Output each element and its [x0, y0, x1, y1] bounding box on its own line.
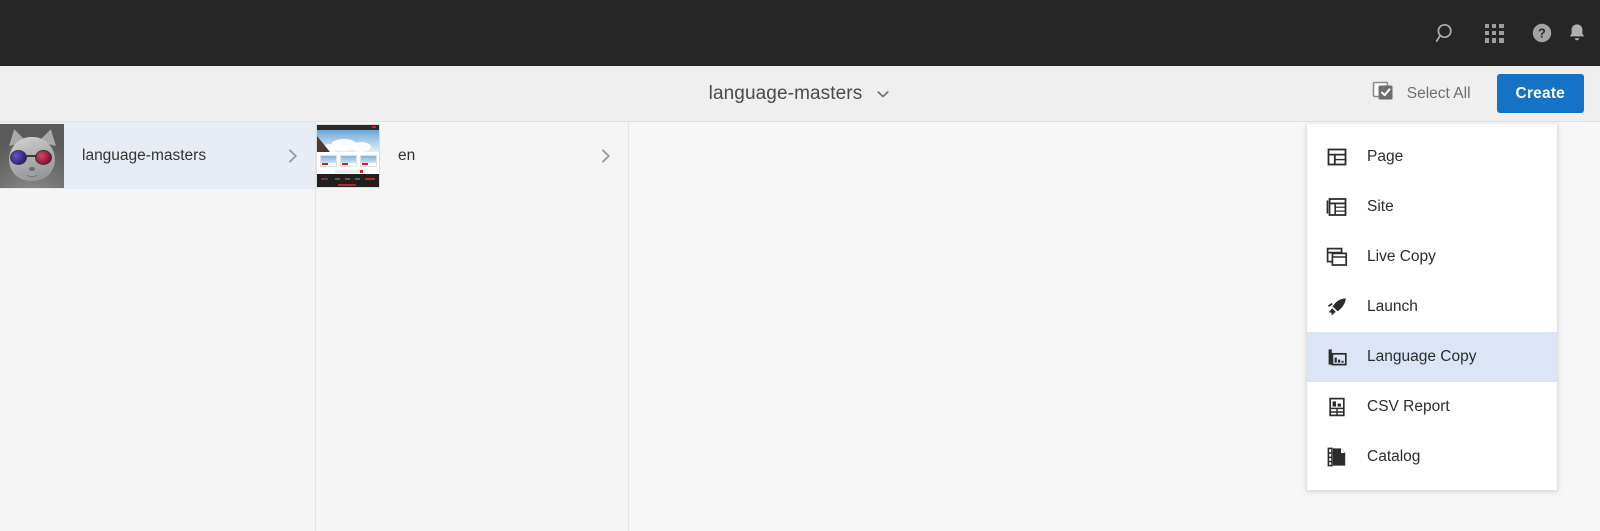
menu-item-launch[interactable]: Launch: [1307, 282, 1557, 332]
menu-item-page[interactable]: Page: [1307, 132, 1557, 182]
create-button[interactable]: Create: [1496, 74, 1584, 113]
grid-dots: [1484, 23, 1504, 43]
help-icon[interactable]: ?: [1518, 0, 1566, 66]
list-item-label: en: [398, 146, 416, 164]
menu-item-label: Live Copy: [1367, 248, 1436, 265]
menu-item-catalog[interactable]: Catalog: [1307, 432, 1557, 482]
menu-item-label: Launch: [1367, 298, 1418, 315]
list-item-label: language-masters: [82, 146, 207, 164]
chevron-down-icon[interactable]: [875, 86, 891, 102]
site-icon: [1326, 196, 1348, 218]
svg-text:?: ?: [1538, 27, 1546, 41]
page-icon: [1326, 146, 1348, 168]
column-language-masters: en: [316, 122, 629, 531]
menu-item-site[interactable]: Site: [1307, 182, 1557, 232]
csv-report-icon: [1326, 396, 1348, 418]
menu-item-language-copy[interactable]: Language Copy: [1307, 332, 1557, 382]
live-copy-icon: [1326, 246, 1348, 268]
language-copy-icon: [1326, 346, 1348, 368]
shell-icon-group: ?: [1422, 0, 1600, 66]
launch-rocket-icon: [1326, 296, 1348, 318]
cat-sunglasses-thumbnail: [0, 123, 64, 188]
notifications-bell-icon[interactable]: [1566, 0, 1600, 66]
menu-item-label: Language Copy: [1367, 348, 1477, 365]
page-title: language-masters: [708, 82, 863, 104]
menu-item-label: Site: [1367, 198, 1394, 215]
column-root: language-masters: [0, 122, 316, 531]
select-all-checkbox-icon: [1372, 79, 1396, 108]
solutions-grid-icon[interactable]: [1470, 0, 1518, 66]
create-dropdown-menu: Page Site Live Copy Launch Language Copy…: [1306, 124, 1558, 491]
catalog-icon: [1326, 446, 1348, 468]
select-all-button[interactable]: Select All: [1372, 79, 1471, 108]
website-page-thumbnail: [316, 123, 380, 188]
list-item[interactable]: language-masters: [0, 122, 315, 189]
action-bar: language-masters Select All Create: [0, 66, 1600, 122]
breadcrumb: language-masters: [0, 83, 1600, 105]
menu-item-live-copy[interactable]: Live Copy: [1307, 232, 1557, 282]
chevron-right-icon[interactable]: [271, 147, 315, 165]
menu-item-label: Page: [1367, 148, 1404, 165]
list-item[interactable]: en: [316, 122, 628, 189]
menu-item-csv-report[interactable]: CSV Report: [1307, 382, 1557, 432]
menu-item-label: CSV Report: [1367, 398, 1450, 415]
chevron-right-icon[interactable]: [584, 147, 628, 165]
action-bar-right: Select All Create: [1372, 74, 1584, 113]
select-all-label: Select All: [1406, 84, 1471, 102]
top-shell-bar: ?: [0, 0, 1600, 66]
search-icon[interactable]: [1422, 0, 1470, 66]
menu-item-label: Catalog: [1367, 448, 1421, 465]
